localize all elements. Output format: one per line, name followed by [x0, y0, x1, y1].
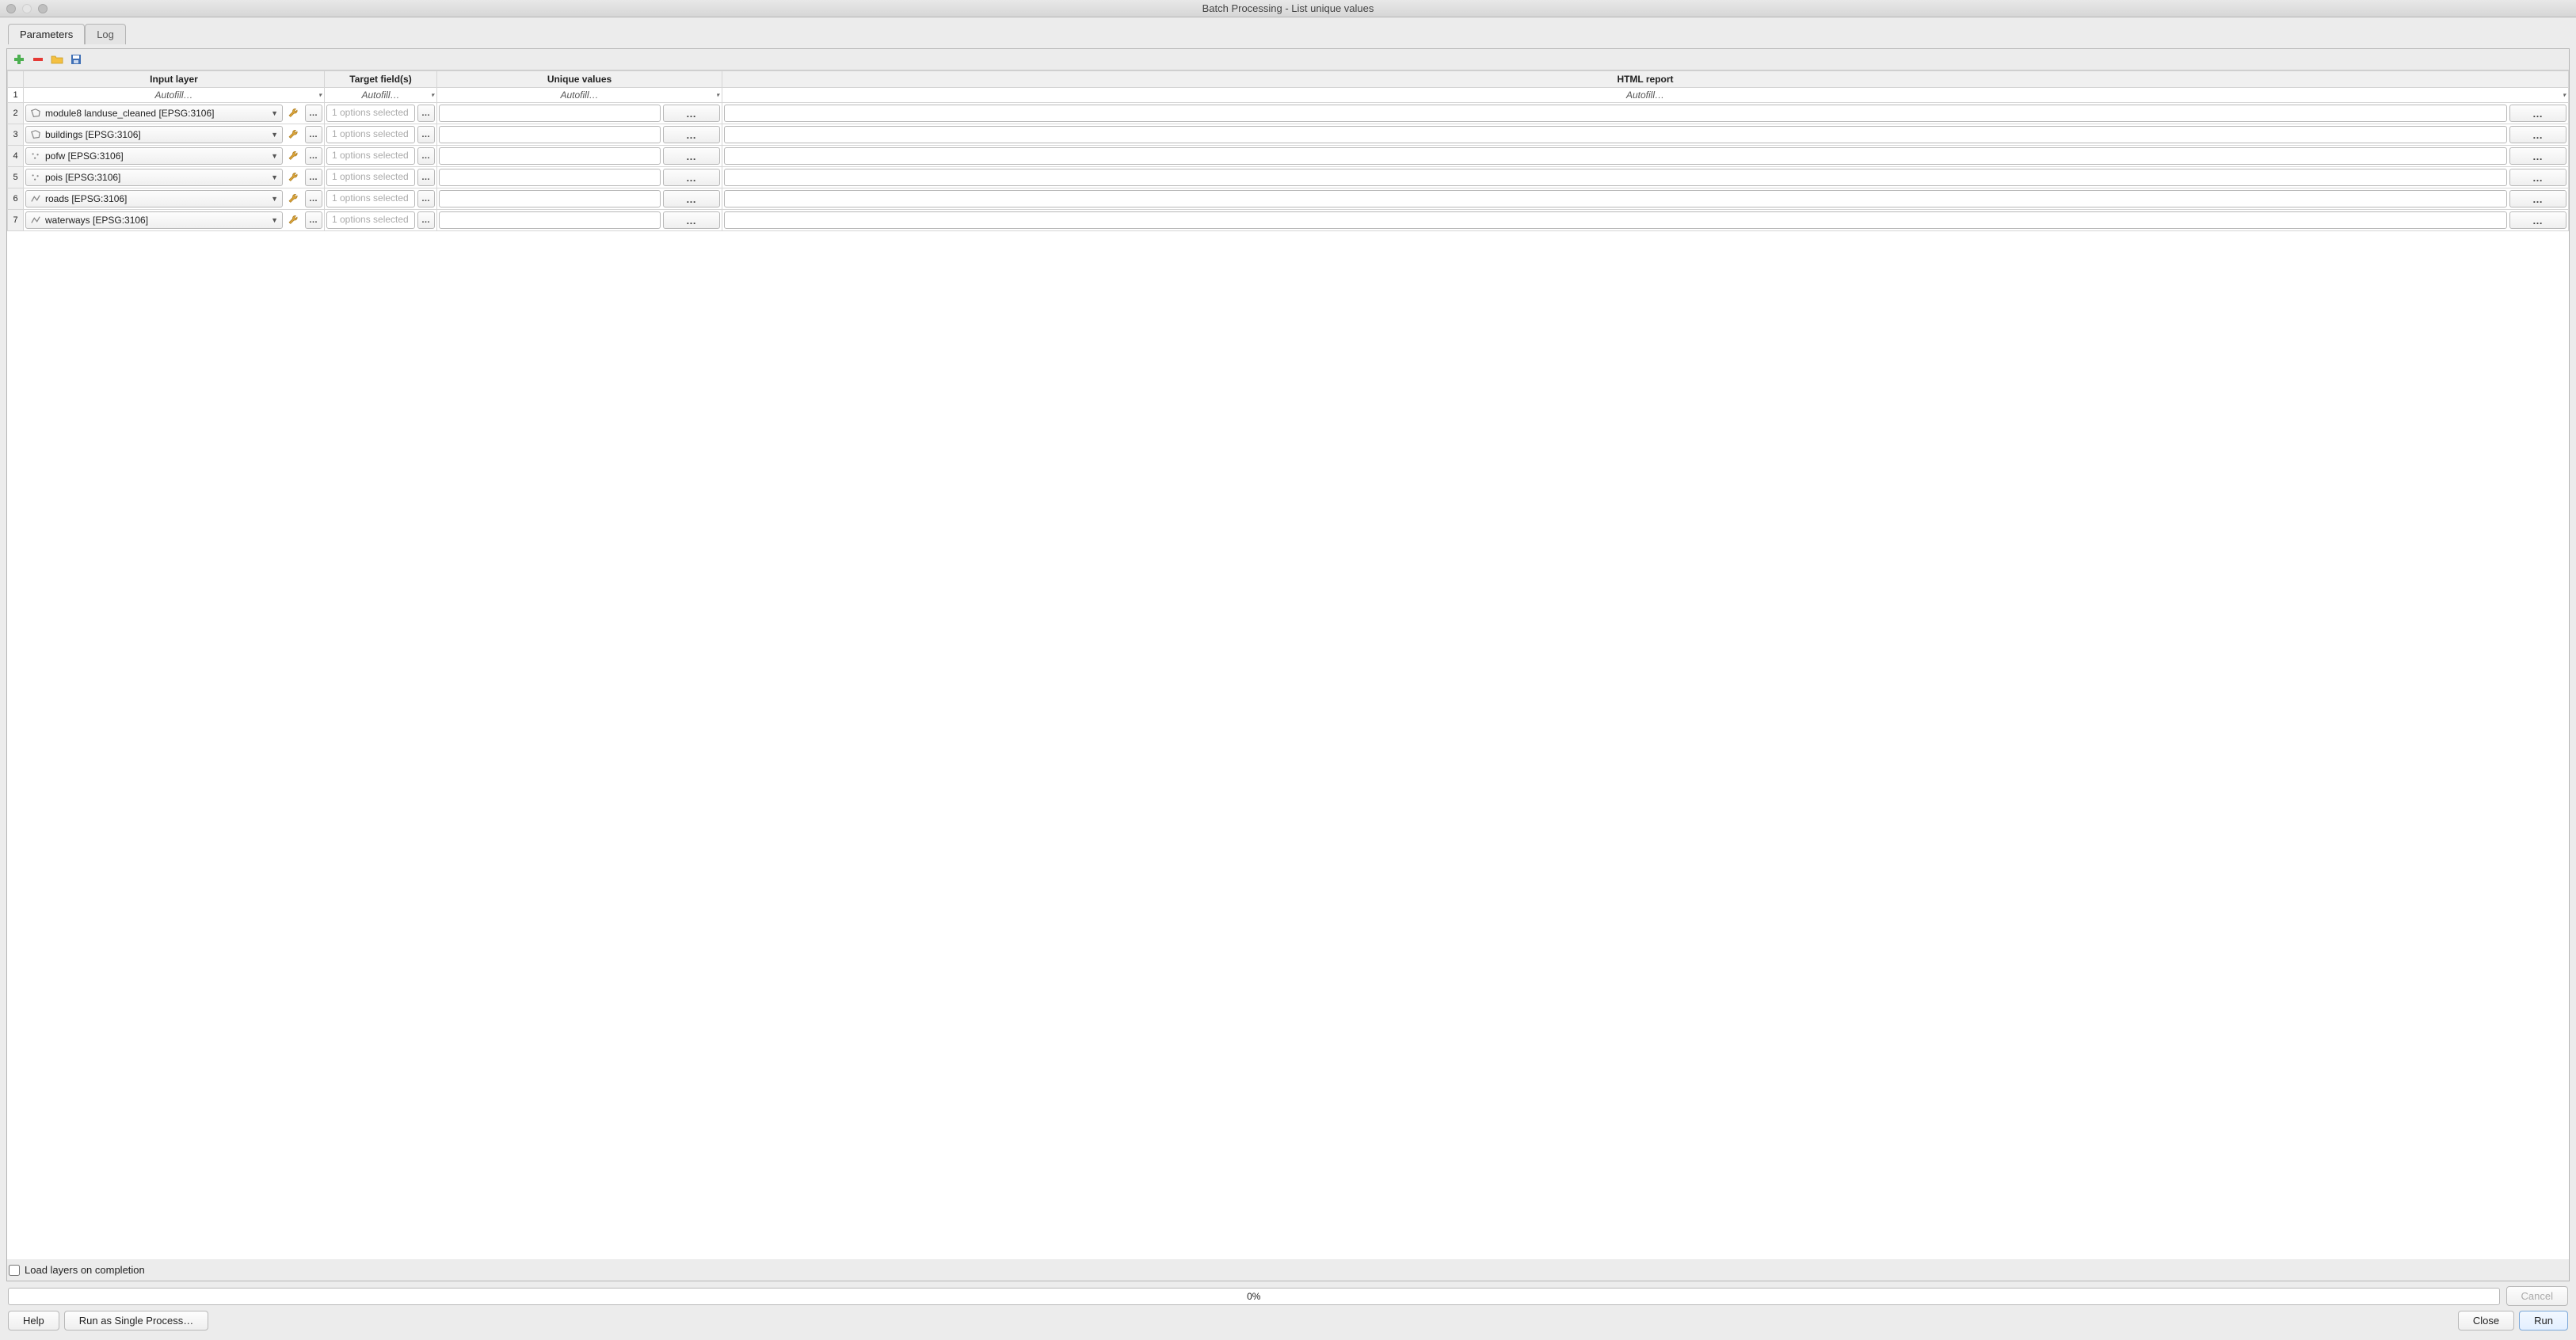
autofill-input-layer[interactable]: Autofill…▾ [24, 88, 325, 103]
input-layer-label: roads [EPSG:3106] [45, 193, 267, 204]
iterate-icon[interactable] [285, 190, 303, 207]
target-fields-input[interactable]: 1 options selected [326, 190, 415, 207]
target-fields-browse-button[interactable]: … [417, 105, 435, 122]
html-report-browse-button[interactable]: … [2509, 169, 2566, 186]
iterate-icon[interactable] [285, 169, 303, 186]
input-layer-label: pois [EPSG:3106] [45, 172, 267, 183]
html-report-browse-button[interactable]: … [2509, 211, 2566, 229]
input-layer-label: pofw [EPSG:3106] [45, 150, 267, 162]
add-row-icon[interactable] [12, 52, 26, 67]
col-header-target-fields: Target field(s) [325, 71, 437, 88]
col-header-unique-values: Unique values [437, 71, 722, 88]
target-fields-browse-button[interactable]: … [417, 190, 435, 207]
parameters-panel: Input layer Target field(s) Unique value… [6, 48, 2570, 1281]
load-layers-checkbox[interactable] [9, 1265, 20, 1276]
load-layers-label: Load layers on completion [25, 1264, 145, 1276]
target-fields-browse-button[interactable]: … [417, 126, 435, 143]
html-report-input[interactable] [724, 147, 2507, 165]
row-number: 7 [8, 210, 24, 231]
tabbar: Parameters Log [6, 24, 2570, 44]
run-single-button[interactable]: Run as Single Process… [64, 1311, 209, 1330]
input-layer-combo[interactable]: pofw [EPSG:3106]▼ [25, 147, 283, 165]
remove-row-icon[interactable] [31, 52, 45, 67]
cancel-button: Cancel [2506, 1286, 2568, 1306]
target-fields-input[interactable]: 1 options selected [326, 105, 415, 122]
unique-values-input[interactable] [439, 105, 661, 122]
col-header-html-report: HTML report [722, 71, 2569, 88]
window-close-icon[interactable] [6, 4, 16, 13]
target-fields-input[interactable]: 1 options selected [326, 169, 415, 186]
input-layer-label: module8 landuse_cleaned [EPSG:3106] [45, 108, 267, 119]
col-header-input-layer: Input layer [24, 71, 325, 88]
window-title: Batch Processing - List unique values [0, 2, 2576, 14]
close-button[interactable]: Close [2458, 1311, 2514, 1330]
input-layer-combo[interactable]: waterways [EPSG:3106]▼ [25, 211, 283, 229]
unique-values-browse-button[interactable]: … [663, 126, 720, 143]
help-button[interactable]: Help [8, 1311, 59, 1330]
html-report-input[interactable] [724, 211, 2507, 229]
row-number: 1 [8, 88, 24, 103]
save-icon[interactable] [69, 52, 83, 67]
input-layer-combo[interactable]: roads [EPSG:3106]▼ [25, 190, 283, 207]
unique-values-input[interactable] [439, 211, 661, 229]
batch-table: Input layer Target field(s) Unique value… [7, 70, 2569, 231]
row-number: 6 [8, 188, 24, 210]
unique-values-browse-button[interactable]: … [663, 105, 720, 122]
html-report-browse-button[interactable]: … [2509, 190, 2566, 207]
progress-bar: 0% [8, 1288, 2500, 1305]
input-layer-browse-button[interactable]: … [305, 105, 322, 122]
html-report-browse-button[interactable]: … [2509, 105, 2566, 122]
target-fields-input[interactable]: 1 options selected [326, 211, 415, 229]
autofill-target-fields[interactable]: Autofill…▾ [325, 88, 437, 103]
input-layer-combo[interactable]: buildings [EPSG:3106]▼ [25, 126, 283, 143]
row-number: 5 [8, 167, 24, 188]
row-number: 4 [8, 146, 24, 167]
iterate-icon[interactable] [285, 211, 303, 229]
run-button[interactable]: Run [2519, 1311, 2568, 1330]
unique-values-browse-button[interactable]: … [663, 190, 720, 207]
open-icon[interactable] [50, 52, 64, 67]
unique-values-browse-button[interactable]: … [663, 169, 720, 186]
html-report-input[interactable] [724, 169, 2507, 186]
html-report-browse-button[interactable]: … [2509, 126, 2566, 143]
batch-toolbar [7, 49, 2569, 70]
input-layer-browse-button[interactable]: … [305, 169, 322, 186]
unique-values-browse-button[interactable]: … [663, 147, 720, 165]
input-layer-combo[interactable]: module8 landuse_cleaned [EPSG:3106]▼ [25, 105, 283, 122]
input-layer-browse-button[interactable]: … [305, 147, 322, 165]
input-layer-browse-button[interactable]: … [305, 211, 322, 229]
unique-values-input[interactable] [439, 169, 661, 186]
window-minimize-icon [22, 4, 32, 13]
iterate-icon[interactable] [285, 126, 303, 143]
input-layer-combo[interactable]: pois [EPSG:3106]▼ [25, 169, 283, 186]
unique-values-input[interactable] [439, 126, 661, 143]
row-number: 2 [8, 103, 24, 124]
window-zoom-icon[interactable] [38, 4, 48, 13]
corner-header [8, 71, 24, 88]
html-report-input[interactable] [724, 105, 2507, 122]
target-fields-browse-button[interactable]: … [417, 211, 435, 229]
autofill-html-report[interactable]: Autofill…▾ [722, 88, 2569, 103]
html-report-browse-button[interactable]: … [2509, 147, 2566, 165]
unique-values-input[interactable] [439, 147, 661, 165]
target-fields-browse-button[interactable]: … [417, 169, 435, 186]
tab-log[interactable]: Log [85, 24, 126, 44]
iterate-icon[interactable] [285, 147, 303, 165]
html-report-input[interactable] [724, 126, 2507, 143]
unique-values-browse-button[interactable]: … [663, 211, 720, 229]
row-number: 3 [8, 124, 24, 146]
unique-values-input[interactable] [439, 190, 661, 207]
html-report-input[interactable] [724, 190, 2507, 207]
input-layer-browse-button[interactable]: … [305, 190, 322, 207]
input-layer-browse-button[interactable]: … [305, 126, 322, 143]
iterate-icon[interactable] [285, 105, 303, 122]
target-fields-browse-button[interactable]: … [417, 147, 435, 165]
target-fields-input[interactable]: 1 options selected [326, 147, 415, 165]
tab-parameters[interactable]: Parameters [8, 24, 85, 44]
input-layer-label: waterways [EPSG:3106] [45, 215, 267, 226]
input-layer-label: buildings [EPSG:3106] [45, 129, 267, 140]
autofill-unique-values[interactable]: Autofill…▾ [437, 88, 722, 103]
titlebar: Batch Processing - List unique values [0, 0, 2576, 17]
target-fields-input[interactable]: 1 options selected [326, 126, 415, 143]
